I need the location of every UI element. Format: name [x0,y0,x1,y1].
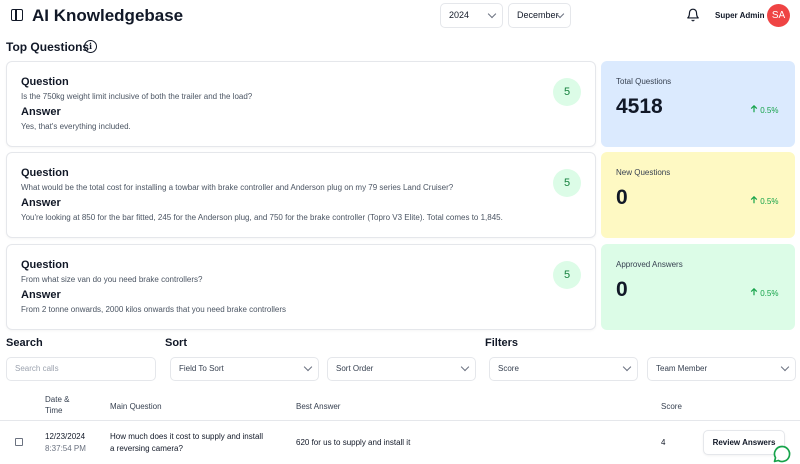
stat-change: 0.5% [750,287,779,298]
column-header-main-question[interactable]: Main Question [110,401,162,412]
answer-heading: Answer [21,289,61,301]
chat-icon[interactable] [772,444,792,464]
column-header-date-line2: Time [45,406,63,415]
sort-label: Sort [165,337,187,349]
row-question-line1: How much does it cost to supply and inst… [110,432,263,441]
question-text: What would be the total cost for install… [21,183,454,192]
year-select[interactable]: 2024 [440,3,503,28]
arrow-up-icon [750,287,758,296]
app-header: AI Knowledgebase 2024 December Super Adm… [0,0,800,34]
year-select-value: 2024 [449,10,470,20]
answer-text: From 2 tonne onwards, 2000 kilos onwards… [21,305,287,314]
stat-change: 0.5% [750,104,779,115]
answer-text: You're looking at 850 for the bar fitted… [21,213,503,222]
question-count-badge: 5 [553,169,581,197]
chevron-down-icon [622,362,632,372]
sort-field-select[interactable]: Field To Sort [170,357,319,381]
search-input[interactable]: Search calls [6,357,156,381]
score-filter-select[interactable]: Score [489,357,638,381]
question-card[interactable]: Question From what size van do you need … [6,244,596,330]
score-filter-value: Score [498,364,519,373]
question-card[interactable]: Question Is the 750kg weight limit inclu… [6,61,596,147]
stat-change-value: 0.5% [760,197,779,206]
row-answer: 620 for us to supply and install it [296,438,411,447]
chevron-down-icon [780,362,790,372]
stat-label: Total Questions [616,77,672,86]
stat-card-approved-answers: Approved Answers 0 0.5% [601,244,795,330]
search-placeholder: Search calls [15,364,59,373]
stat-value: 0 [616,278,628,301]
sort-order-select[interactable]: Sort Order [327,357,476,381]
answer-text: Yes, that's everything included. [21,122,131,131]
table-header-divider [0,420,800,421]
team-member-filter-select[interactable]: Team Member [647,357,796,381]
arrow-up-icon [750,104,758,113]
question-heading: Question [21,76,69,88]
question-text: From what size van do you need brake con… [21,275,203,284]
stat-card-new-questions: New Questions 0 0.5% [601,152,795,238]
filters-label: Filters [485,337,519,349]
chevron-down-icon [460,362,470,372]
sort-field-value: Field To Sort [179,364,224,373]
stat-value: 0 [616,186,628,209]
search-label: Search [6,337,43,349]
question-text: Is the 750kg weight limit inclusive of b… [21,92,253,101]
question-card[interactable]: Question What would be the total cost fo… [6,152,596,238]
sort-order-value: Sort Order [336,364,374,373]
row-question-line2: a reversing camera? [110,444,183,453]
answer-heading: Answer [21,106,61,118]
row-checkbox[interactable] [15,438,23,446]
chevron-down-icon [303,362,313,372]
stat-change: 0.5% [750,195,779,206]
month-select-value: December [517,10,559,20]
stat-label: Approved Answers [616,260,683,269]
question-count-badge: 5 [553,78,581,106]
question-count-badge: 5 [553,261,581,289]
column-header-best-answer[interactable]: Best Answer [296,401,340,412]
stat-value: 4518 [616,95,663,118]
stat-change-value: 0.5% [760,106,779,115]
answer-heading: Answer [21,197,61,209]
app-title: AI Knowledgebase [32,6,184,25]
sidebar-toggle-icon[interactable] [11,9,23,21]
chevron-down-icon [487,9,497,19]
stat-change-value: 0.5% [760,289,779,298]
column-header-date-line1: Date & [45,395,70,404]
row-time: 8:37:54 PM [45,444,86,453]
team-member-filter-value: Team Member [656,364,708,373]
question-heading: Question [21,167,69,179]
question-heading: Question [21,259,69,271]
month-select[interactable]: December [508,3,571,28]
avatar[interactable]: SA [767,4,790,27]
bell-icon[interactable] [686,8,700,22]
column-header-score[interactable]: Score [661,401,682,412]
section-title-top-questions: Top Questions [6,40,90,54]
info-icon[interactable]: i [84,40,97,53]
stat-card-total-questions: Total Questions 4518 0.5% [601,61,795,147]
column-header-date[interactable]: Date & Time [45,394,69,416]
stat-label: New Questions [616,168,671,177]
row-score: 4 [661,438,666,447]
row-date: 12/23/2024 [45,432,86,441]
user-name[interactable]: Super Admin [715,11,764,20]
arrow-up-icon [750,195,758,204]
